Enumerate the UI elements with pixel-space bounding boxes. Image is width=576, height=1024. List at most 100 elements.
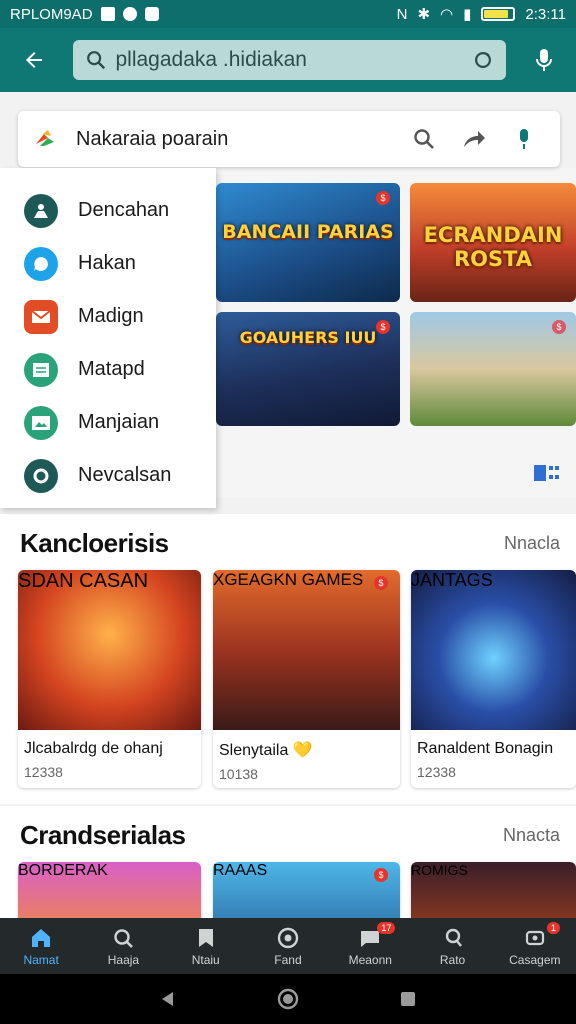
nav-label: Fand <box>274 952 302 967</box>
shield-icon <box>144 7 159 21</box>
search-input[interactable] <box>115 48 473 72</box>
arrow-back-icon <box>25 52 42 68</box>
tile-badge: $ <box>376 191 390 205</box>
thumbnail-art-text: XGEAGKN GAMES <box>213 570 364 589</box>
nav-profile[interactable]: Rato <box>411 918 493 974</box>
refresh-icon[interactable] <box>472 49 494 71</box>
notification-icon <box>100 7 115 21</box>
settings-icon <box>525 930 544 945</box>
menu-item-label: Matapd <box>78 358 145 380</box>
menu-item[interactable]: Madign <box>0 290 216 343</box>
nav-label: Meaonn <box>348 952 392 967</box>
game-count: 12338 <box>417 764 456 780</box>
share-arrow-icon <box>464 131 485 147</box>
game-name: Slenytaila 💛 <box>219 742 313 759</box>
home-circle-icon[interactable] <box>277 988 299 1010</box>
document-icon <box>24 352 58 387</box>
search-icon <box>87 51 106 70</box>
nav-label: Rato <box>439 952 466 967</box>
search-box[interactable] <box>73 40 507 80</box>
mic-icon <box>536 49 553 71</box>
grid-view-icon[interactable] <box>534 463 560 483</box>
bottom-navigation: Namat Haaja Ntaiu Fand Meaonn 17 Rato Ca… <box>0 918 576 974</box>
section-crandserialas: Crandserialas Nnacta BORDERAK RAAAS $ RO… <box>0 806 576 942</box>
game-thumbnail: JANTAGS <box>411 570 576 730</box>
see-more-link[interactable]: Nnacla <box>504 533 560 554</box>
bookmark-icon <box>198 928 213 947</box>
section-header: Crandserialas Nnacta <box>0 806 576 864</box>
app-bar <box>0 28 576 92</box>
card-badge: $ <box>374 868 388 882</box>
image-icon <box>24 405 58 440</box>
tile-badge: $ <box>552 320 566 334</box>
back-triangle-icon[interactable] <box>159 990 177 1008</box>
thumbnail-art-text: RAAAS <box>213 862 268 879</box>
nav-play[interactable]: Fand <box>247 918 329 974</box>
suggestion-title: Nakaraia poarain <box>76 127 229 150</box>
thumbnail-art-text: BORDERAK <box>18 862 108 879</box>
voice-button[interactable] <box>504 119 544 159</box>
share-button[interactable] <box>454 119 494 159</box>
home-icon <box>32 928 51 947</box>
app-logo-icon <box>36 130 54 146</box>
featured-tile[interactable]: GOAUHERS IUU $ <box>216 312 400 426</box>
tile-art-text: BANCAII PARIAS <box>222 221 394 243</box>
search-button[interactable] <box>404 119 444 159</box>
search-icon <box>114 928 134 948</box>
search-suggestion-card[interactable]: Nakaraia poarain <box>18 111 560 167</box>
nav-search[interactable]: Haaja <box>82 918 164 974</box>
record-icon <box>122 7 137 21</box>
game-card[interactable]: SDAN CASAN Jlcabalrdg de ohanj 12338 <box>18 570 201 788</box>
system-navigation-bar <box>0 974 576 1024</box>
mic-icon <box>520 129 528 149</box>
featured-tile[interactable]: $ <box>410 312 576 426</box>
menu-item[interactable]: Matapd <box>0 343 216 396</box>
menu-item[interactable]: Dencahan <box>0 184 216 237</box>
section-kancloerisis: Kancloerisis Nnacla SDAN CASAN Jlcabalrd… <box>0 514 576 804</box>
nav-library[interactable]: Ntaiu <box>165 918 247 974</box>
menu-item[interactable]: Hakan <box>0 237 216 290</box>
tile-badge: $ <box>376 320 390 334</box>
section-header: Kancloerisis Nnacla <box>0 514 576 572</box>
menu-item[interactable]: Manjaian <box>0 396 216 449</box>
nav-label: Haaja <box>107 952 140 967</box>
status-text: RPLOM9AD <box>10 5 93 23</box>
mic-button[interactable] <box>526 40 562 80</box>
battery-icon <box>481 7 516 21</box>
nav-settings[interactable]: Casagem 1 <box>494 918 576 974</box>
recents-square-icon[interactable] <box>399 990 417 1008</box>
wifi-icon: ◠ <box>440 6 454 23</box>
back-button[interactable] <box>14 40 53 80</box>
game-card[interactable]: JANTAGS Ranaldent Bonagin 12338 <box>411 570 576 788</box>
game-thumbnail: XGEAGKN GAMES $ <box>213 570 400 730</box>
featured-tile[interactable]: ECRANDAIN ROSTA <box>410 183 576 302</box>
chat-icon <box>24 246 58 281</box>
notification-badge: 1 <box>546 922 560 934</box>
nav-label: Namat <box>23 952 59 967</box>
profile-icon <box>445 928 462 947</box>
game-count: 10138 <box>219 766 258 782</box>
game-count: 12338 <box>24 764 63 780</box>
thumbnail-art-text: ROMIGS <box>411 862 468 878</box>
game-name: Ranaldent Bonagin <box>417 740 554 757</box>
section-title: Kancloerisis <box>20 527 169 558</box>
tile-art-text: GOAUHERS IUU <box>239 328 377 347</box>
nav-messages[interactable]: Meaonn 17 <box>329 918 411 974</box>
nav-label: Casagem <box>509 952 561 967</box>
tile-art-text: ECRANDAIN ROSTA <box>423 223 563 271</box>
bluetooth-icon: ✱ <box>417 6 431 23</box>
game-name: Jlcabalrdg de ohanj <box>24 740 163 757</box>
see-more-link[interactable]: Nnacta <box>503 825 560 846</box>
nav-home[interactable]: Namat <box>0 918 82 974</box>
game-card[interactable]: XGEAGKN GAMES $ Slenytaila 💛 10138 <box>213 570 400 788</box>
menu-item-label: Nevcalsan <box>78 464 172 486</box>
featured-tile[interactable]: BANCAII PARIAS $ <box>216 183 400 302</box>
person-icon <box>24 193 58 228</box>
signal-icon: ▮ <box>463 6 472 23</box>
section-title: Crandserialas <box>20 819 186 850</box>
menu-item-label: Madign <box>78 305 144 327</box>
menu-item[interactable]: Nevcalsan <box>0 449 216 502</box>
dropdown-menu: Dencahan Hakan Madign Matapd Manjaian Ne… <box>0 168 216 508</box>
menu-item-label: Manjaian <box>78 411 160 433</box>
notification-badge: 17 <box>377 922 396 934</box>
